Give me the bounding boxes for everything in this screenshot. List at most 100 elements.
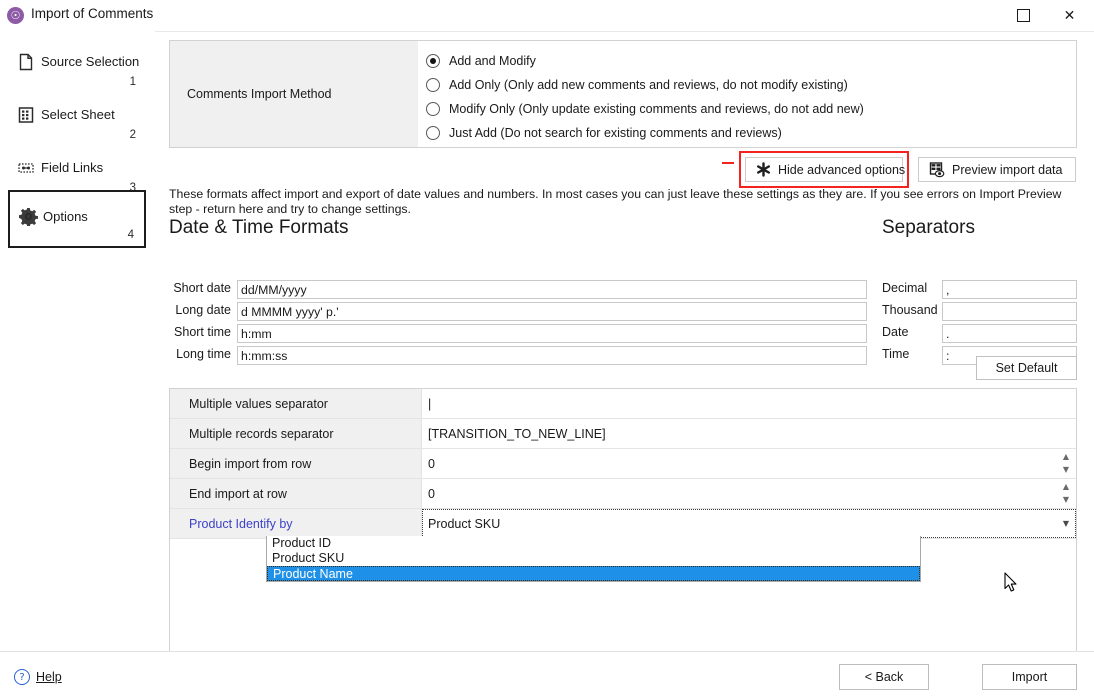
document-icon: [17, 53, 35, 71]
date-separator-input[interactable]: [942, 324, 1077, 343]
long-time-input[interactable]: [237, 346, 867, 365]
sidebar-item-label: Source Selection: [41, 54, 139, 69]
maximize-button[interactable]: [1001, 0, 1046, 31]
annotation-dash: [722, 162, 734, 164]
preview-import-data-label: Preview import data: [952, 163, 1062, 177]
wizard-footer: ? Help < Back Import: [0, 651, 1094, 698]
radio-just-add[interactable]: Just Add (Do not search for existing com…: [426, 124, 782, 141]
radio-indicator[interactable]: [426, 78, 440, 92]
radio-add-only[interactable]: Add Only (Only add new comments and revi…: [426, 76, 848, 93]
advanced-settings-grid: Multiple values separator | Multiple rec…: [169, 388, 1077, 667]
hide-advanced-options-button[interactable]: Hide advanced options: [745, 157, 903, 182]
radio-indicator[interactable]: [426, 54, 440, 68]
row-label: Product Identify by: [170, 517, 293, 531]
row-label-cell: Multiple values separator: [170, 389, 422, 418]
sidebar-item-label: Options: [43, 209, 88, 224]
hide-advanced-options-label: Hide advanced options: [778, 163, 905, 177]
table-row[interactable]: Multiple records separator [TRANSITION_T…: [170, 419, 1076, 449]
row-label-cell: Product Identify by: [170, 509, 422, 538]
table-preview-icon: [929, 162, 945, 178]
separators-heading: Separators: [882, 217, 975, 239]
set-default-button[interactable]: Set Default: [976, 356, 1077, 380]
stepper-down-icon[interactable]: ▼: [1063, 466, 1069, 474]
radio-label: Just Add (Do not search for existing com…: [449, 126, 782, 140]
app-logo-icon: ☉: [7, 7, 24, 24]
row-value-cell[interactable]: [TRANSITION_TO_NEW_LINE]: [422, 419, 1076, 448]
radio-label: Add Only (Only add new comments and revi…: [449, 78, 848, 92]
stepper-down-icon[interactable]: ▼: [1063, 496, 1069, 504]
row-value-cell[interactable]: |: [422, 389, 1076, 418]
sidebar-item-source-selection[interactable]: Source Selection 1: [8, 41, 146, 93]
sidebar-item-number: 2: [130, 129, 136, 141]
combobox-value: Product SKU: [423, 517, 500, 531]
long-date-label: Long date: [169, 303, 231, 317]
radio-label: Modify Only (Only update existing commen…: [449, 102, 864, 116]
table-row[interactable]: End import at row 0 ▲ ▼: [170, 479, 1076, 509]
short-time-label: Short time: [169, 325, 231, 339]
short-date-input[interactable]: [237, 280, 867, 299]
row-stepper[interactable]: ▲ ▼: [1058, 451, 1074, 476]
short-date-label: Short date: [169, 281, 231, 295]
sidebar-item-number: 1: [130, 76, 136, 88]
question-circle-icon: ?: [14, 669, 30, 685]
window-title-bar: ☉ Import of Comments ✕: [0, 0, 1094, 32]
stepper-up-icon[interactable]: ▲: [1063, 453, 1069, 461]
stepper-up-icon[interactable]: ▲: [1063, 483, 1069, 491]
sidebar-item-select-sheet[interactable]: Select Sheet 2: [8, 94, 146, 146]
row-stepper[interactable]: ▲ ▼: [1058, 481, 1074, 506]
sidebar-item-options[interactable]: Options 4: [8, 190, 146, 248]
preview-import-data-button[interactable]: Preview import data: [918, 157, 1076, 182]
app-logo-glyph: ☉: [11, 10, 21, 21]
short-date-label-row: Short date: [155, 280, 235, 299]
radio-modify-only[interactable]: Modify Only (Only update existing commen…: [426, 100, 864, 117]
long-date-input[interactable]: [237, 302, 867, 321]
dropdown-option-product-id[interactable]: Product ID: [267, 536, 920, 551]
row-label: Multiple values separator: [170, 397, 328, 411]
window-title: Import of Comments: [31, 6, 153, 21]
row-label-cell: Begin import from row: [170, 449, 422, 478]
row-value: 0: [422, 457, 435, 471]
spreadsheet-icon: [17, 106, 35, 124]
dropdown-option-product-sku[interactable]: Product SKU: [267, 551, 920, 566]
short-time-input[interactable]: [237, 324, 867, 343]
table-row[interactable]: Begin import from row 0 ▲ ▼: [170, 449, 1076, 479]
sidebar-item-label: Select Sheet: [41, 107, 115, 122]
long-date-label-row: Long date: [155, 302, 235, 321]
row-value: [TRANSITION_TO_NEW_LINE]: [422, 427, 606, 441]
dropdown-option-product-name[interactable]: Product Name: [267, 566, 920, 581]
asterisk-icon: [756, 162, 771, 177]
import-button[interactable]: Import: [982, 664, 1077, 690]
long-time-label-row: Long time: [155, 346, 235, 365]
close-button[interactable]: ✕: [1047, 0, 1092, 31]
row-label-cell: End import at row: [170, 479, 422, 508]
row-label: Multiple records separator: [170, 427, 334, 441]
row-label: End import at row: [170, 487, 287, 501]
product-identify-by-dropdown-list[interactable]: Product ID Product SKU Product Name: [266, 536, 921, 582]
short-time-label-row: Short time: [155, 324, 235, 343]
row-label-cell: Multiple records separator: [170, 419, 422, 448]
help-link[interactable]: ? Help: [14, 669, 62, 685]
radio-label: Add and Modify: [449, 54, 536, 68]
formats-description: These formats affect import and export o…: [169, 187, 1074, 217]
table-row[interactable]: Multiple values separator |: [170, 389, 1076, 419]
maximize-icon: [1017, 9, 1030, 22]
help-label: Help: [36, 670, 62, 684]
chevron-down-icon[interactable]: ▼: [1063, 520, 1069, 528]
row-value-cell[interactable]: 0 ▲ ▼: [422, 449, 1076, 478]
date-time-formats-heading: Date & Time Formats: [169, 217, 349, 239]
radio-indicator[interactable]: [426, 102, 440, 116]
sidebar-item-label: Field Links: [41, 160, 103, 175]
row-value: |: [422, 397, 431, 411]
radio-add-and-modify[interactable]: Add and Modify: [426, 52, 536, 69]
thousand-separator-input[interactable]: [942, 302, 1077, 321]
table-row[interactable]: Product Identify by Product SKU ▼: [170, 509, 1076, 539]
row-value-cell[interactable]: 0 ▲ ▼: [422, 479, 1076, 508]
product-identify-by-combobox[interactable]: Product SKU ▼: [422, 509, 1076, 538]
radio-indicator[interactable]: [426, 126, 440, 140]
row-value: 0: [422, 487, 435, 501]
wizard-step-sidebar: Source Selection 1 Select Sheet 2: [0, 31, 155, 651]
decimal-separator-input[interactable]: [942, 280, 1077, 299]
sidebar-item-number: 4: [128, 229, 134, 241]
comments-import-method-group: Comments Import Method Add and Modify Ad…: [169, 40, 1077, 148]
back-button[interactable]: < Back: [839, 664, 929, 690]
